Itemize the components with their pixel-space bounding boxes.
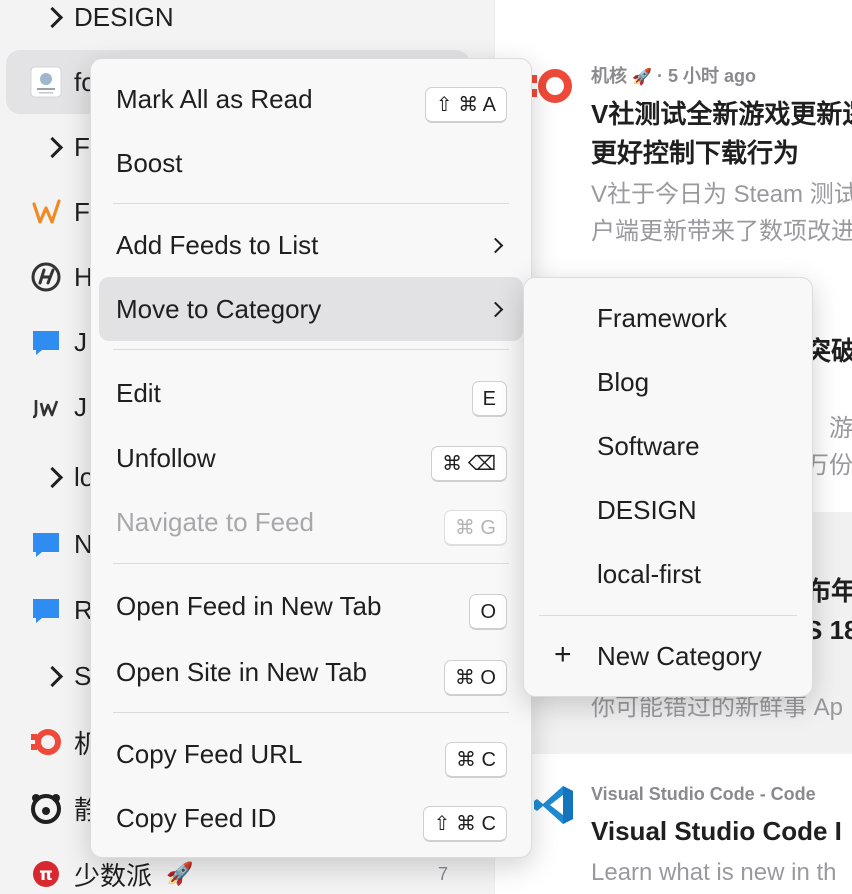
menu-item-label: Add Feeds to List <box>116 230 319 260</box>
chevron-right-icon <box>36 0 72 35</box>
unread-count: 7 <box>438 863 449 884</box>
submenu-item-label: local-first <box>597 559 702 589</box>
sidebar-item-label: J <box>74 326 87 357</box>
menu-item-label: Unfollow <box>116 443 216 473</box>
menu-separator <box>113 203 509 204</box>
menu-item-mark-all-read[interactable]: Mark All as Read ⇧ ⌘ A <box>99 67 523 131</box>
sspai-logo-icon: π <box>28 856 64 892</box>
app-window: DESIGN fo F F H J J lo N R S 机 静 π 少数派 🚀… <box>0 0 852 894</box>
menu-separator <box>113 349 509 350</box>
sidebar-category-design[interactable]: DESIGN <box>6 0 470 49</box>
submenu-item-label: New Category <box>597 641 762 671</box>
article-summary-line: 户端更新带来了数项改进 <box>591 218 852 245</box>
menu-item-label: Boost <box>116 148 183 178</box>
rocket-icon: 🚀 <box>166 861 194 886</box>
submenu-item-design[interactable]: DESIGN <box>532 478 804 542</box>
chevron-right-icon <box>487 237 504 254</box>
shortcut-badge: ⌘ O <box>443 660 507 696</box>
sidebar-item-label: 少数派 <box>74 860 153 891</box>
shortcut-badge: ⇧ ⌘ A <box>424 87 507 123</box>
menu-item-label: Mark All as Read <box>116 84 313 114</box>
menu-item-label: Copy Feed ID <box>116 803 277 833</box>
article-source: 机核 <box>591 66 627 86</box>
menu-item-label: Copy Feed URL <box>116 739 303 769</box>
submenu-item-label: Blog <box>597 367 650 397</box>
menu-item-copy-feed-id[interactable]: Copy Feed ID ⇧ ⌘ C <box>99 786 523 850</box>
submenu-item-label: Software <box>597 431 700 461</box>
menu-item-label: Open Site in New Tab <box>116 657 367 687</box>
submenu-item-local-first[interactable]: local-first <box>532 542 804 606</box>
menu-separator <box>113 712 509 713</box>
hv-logo-icon <box>28 259 64 295</box>
menu-item-edit[interactable]: Edit E <box>99 361 523 425</box>
svg-text:π: π <box>39 865 52 885</box>
sidebar-item-label: DESIGN <box>74 1 174 32</box>
sidebar-item-label: J <box>74 391 87 422</box>
article-title: Visual Studio Code I <box>591 816 842 846</box>
article-title-line: 更好控制下载行为 <box>591 138 800 168</box>
chevron-right-icon <box>36 459 72 495</box>
shortcut-badge: O <box>469 594 507 630</box>
menu-item-navigate-to-feed: Navigate to Feed ⌘ G <box>99 490 523 554</box>
chat-bubble-icon <box>28 324 64 360</box>
feed-context-menu: Mark All as Read ⇧ ⌘ A Boost Add Feeds t… <box>90 58 532 858</box>
menu-separator <box>113 563 509 564</box>
menu-item-label: Move to Category <box>116 294 322 324</box>
menu-separator <box>539 615 797 616</box>
plus-icon: + <box>554 638 572 671</box>
jihe-logo-icon <box>527 66 575 111</box>
vscode-logo-icon <box>533 784 575 831</box>
submenu-item-label: DESIGN <box>597 495 697 525</box>
submenu-item-label: Framework <box>597 303 728 333</box>
chat-bubble-icon <box>28 526 64 562</box>
menu-item-open-feed-new-tab[interactable]: Open Feed in New Tab O <box>99 574 523 638</box>
jihe-logo-icon <box>28 724 64 760</box>
bear-logo-icon <box>28 790 64 826</box>
submenu-item-software[interactable]: Software <box>532 414 804 478</box>
sidebar-item-label: S <box>74 660 92 691</box>
menu-item-copy-feed-url[interactable]: Copy Feed URL ⌘ C <box>99 722 523 786</box>
shortcut-badge: ⌘ G <box>443 510 507 546</box>
menu-item-label: Open Feed in New Tab <box>116 591 382 621</box>
shortcut-badge: ⌘ C <box>445 742 507 778</box>
shortcut-badge: ⌘ ⌫ <box>431 446 507 482</box>
rocket-icon: 🚀 <box>632 69 652 86</box>
menu-item-boost[interactable]: Boost <box>99 131 523 195</box>
jw-logo-icon <box>28 389 64 425</box>
article-time: · 5 小时 ago <box>656 66 756 86</box>
sidebar-item-label: F <box>74 196 90 227</box>
menu-item-label: Edit <box>116 378 161 408</box>
shortcut-badge: ⇧ ⌘ C <box>422 806 507 842</box>
menu-item-unfollow[interactable]: Unfollow ⌘ ⌫ <box>99 426 523 490</box>
menu-item-move-to-category[interactable]: Move to Category <box>99 277 523 341</box>
chevron-right-icon <box>487 301 504 318</box>
chevron-right-icon <box>36 658 72 694</box>
feed-logo-icon <box>28 64 64 100</box>
submenu-item-framework[interactable]: Framework <box>532 286 804 350</box>
menu-item-open-site-new-tab[interactable]: Open Site in New Tab ⌘ O <box>99 640 523 704</box>
sidebar-item-label: F <box>74 131 90 162</box>
article-summary: V社于今日为 Steam 测试 <box>591 181 852 208</box>
article-summary: Learn what is new in th <box>591 859 837 886</box>
shortcut-badge: E <box>471 381 507 417</box>
article-title: V社测试全新游戏更新逻 <box>591 99 852 129</box>
chat-bubble-icon <box>28 592 64 628</box>
category-submenu: Framework Blog Software DESIGN local-fir… <box>523 277 813 697</box>
chevron-right-icon <box>36 129 72 165</box>
article-source: Visual Studio Code - Code <box>591 784 816 804</box>
menu-item-add-feeds-to-list[interactable]: Add Feeds to List <box>99 213 523 277</box>
submenu-item-blog[interactable]: Blog <box>532 350 804 414</box>
menu-item-label: Navigate to Feed <box>116 507 315 537</box>
submenu-item-new-category[interactable]: + New Category <box>532 624 804 688</box>
w-logo-icon <box>28 194 64 230</box>
